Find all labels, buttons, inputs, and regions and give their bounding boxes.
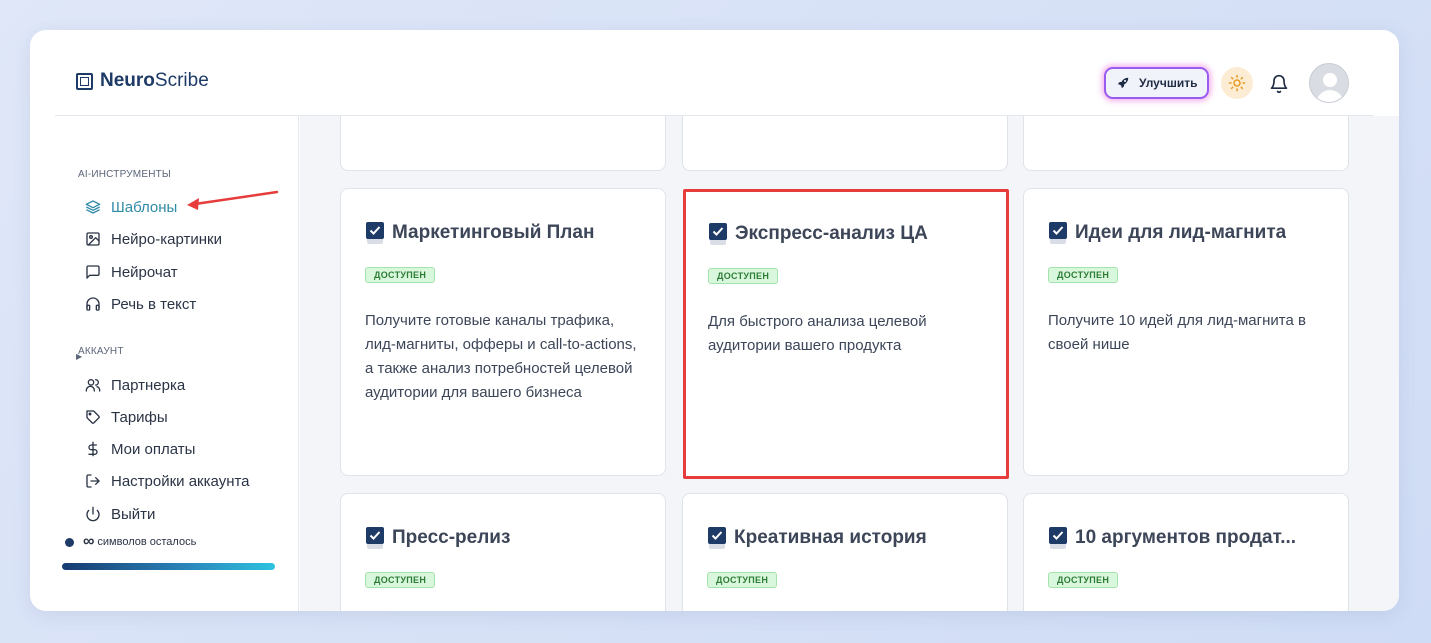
app-window: NeuroScribe Улучшить AI-ИНСТРУМЕНТЫ Шабл… [30, 30, 1399, 611]
chars-remaining-label: символов осталось [97, 536, 197, 548]
infinity-symbol: ∞ [83, 533, 95, 550]
section-title-tools: AI-ИНСТРУМЕНТЫ [78, 169, 171, 180]
checklist-icon [1049, 222, 1067, 244]
sidebar-item-templates[interactable]: Шаблоны [85, 196, 177, 218]
rocket-icon [1117, 77, 1129, 89]
logo[interactable]: NeuroScribe [76, 70, 209, 92]
section-title-account: АККАУНТ [78, 346, 124, 357]
template-card-partial[interactable] [682, 116, 1008, 171]
avatar[interactable] [1309, 63, 1349, 103]
sidebar-item-payments[interactable]: Мои оплаты [85, 438, 195, 460]
template-card-creative-story[interactable]: Креативная история ДОСТУПЕН [682, 493, 1008, 611]
sidebar-item-neuro-images[interactable]: Нейро-картинки [85, 228, 222, 250]
red-arrow-annotation [187, 190, 279, 210]
templates-grid: Маркетинговый План ДОСТУПЕН Получите гот… [300, 116, 1399, 611]
chars-remaining: ∞ символов осталось [65, 533, 196, 551]
sidebar-item-label: Речь в текст [111, 295, 197, 313]
dollar-icon [88, 441, 98, 457]
upgrade-button[interactable]: Улучшить [1104, 67, 1210, 99]
sidebar: AI-ИНСТРУМЕНТЫ Шаблоны Нейро-картинки Не… [55, 116, 299, 611]
status-badge: ДОСТУПЕН [707, 572, 778, 588]
sidebar-item-tariffs[interactable]: Тарифы [85, 406, 168, 428]
card-title: Идеи для лид-магнита [1048, 221, 1286, 245]
template-card-press-release[interactable]: Пресс-релиз ДОСТУПЕН [340, 493, 666, 611]
sidebar-item-partners[interactable]: Партнерка [85, 374, 185, 396]
chat-icon [86, 265, 100, 279]
template-card-sales-arguments[interactable]: 10 аргументов продат... ДОСТУПЕН [1023, 493, 1349, 611]
sidebar-item-account-settings[interactable]: Настройки аккаунта [85, 470, 250, 492]
card-description: Получите 10 идей для лид-магнита в своей… [1048, 312, 1306, 353]
checklist-icon [366, 222, 384, 244]
sidebar-item-label: Нейро-картинки [111, 230, 222, 248]
power-icon [86, 506, 100, 522]
logo-icon [76, 72, 93, 90]
status-badge: ДОСТУПЕН [365, 572, 436, 588]
card-title: Маркетинговый План [365, 221, 594, 245]
sidebar-item-label: Настройки аккаунта [111, 472, 250, 490]
users-icon [85, 379, 101, 392]
template-card-marketing-plan[interactable]: Маркетинговый План ДОСТУПЕН Получите гот… [340, 188, 666, 476]
card-title: Пресс-релиз [365, 526, 510, 550]
status-badge: ДОСТУПЕН [365, 267, 436, 283]
expand-caret-icon[interactable]: ▶ [76, 352, 82, 361]
sidebar-item-logout[interactable]: Выйти [85, 503, 155, 525]
template-card-partial[interactable] [1023, 116, 1349, 171]
card-title: 10 аргументов продат... [1048, 526, 1296, 550]
checklist-icon [708, 527, 726, 549]
checklist-icon [709, 223, 727, 245]
status-badge: ДОСТУПЕН [708, 268, 779, 284]
sun-icon [1228, 74, 1246, 92]
card-title: Экспресс-анализ ЦА [708, 222, 928, 246]
sidebar-item-label: Нейрочат [111, 263, 178, 281]
sidebar-item-speech-to-text[interactable]: Речь в текст [85, 293, 196, 315]
sidebar-item-label: Тарифы [111, 408, 168, 426]
sidebar-item-neurochat[interactable]: Нейрочат [85, 261, 178, 283]
logout-arrow-icon [86, 474, 100, 488]
checklist-icon [1049, 527, 1067, 549]
layers-icon [85, 200, 101, 214]
status-dot [65, 537, 74, 547]
template-card-partial[interactable] [340, 116, 666, 171]
sidebar-item-label: Мои оплаты [111, 440, 196, 458]
template-card-lead-magnet-ideas[interactable]: Идеи для лид-магнита ДОСТУПЕН Получите 1… [1023, 188, 1349, 476]
headphones-icon [86, 297, 100, 311]
chars-progress-fill [62, 563, 275, 570]
top-header: NeuroScribe Улучшить [30, 30, 1399, 116]
image-icon [86, 232, 100, 246]
theme-toggle[interactable] [1221, 67, 1253, 99]
card-title: Креативная история [707, 526, 927, 550]
sidebar-item-label: Шаблоны [111, 198, 178, 216]
sidebar-item-label: Партнерка [111, 376, 186, 394]
upgrade-label: Улучшить [1139, 76, 1198, 90]
user-avatar-icon [1310, 64, 1348, 102]
status-badge: ДОСТУПЕН [1048, 267, 1119, 283]
sidebar-item-label: Выйти [111, 505, 156, 523]
chars-progress-bar [62, 563, 275, 570]
logo-bold: Neuro [100, 70, 155, 91]
logo-regular: Scribe [154, 70, 209, 91]
notifications-button[interactable] [1268, 72, 1290, 96]
card-description: Для быстрого анализа целевой аудитории в… [708, 313, 927, 354]
template-card-express-ta-analysis[interactable]: Экспресс-анализ ЦА ДОСТУПЕН Для быстрого… [683, 189, 1009, 479]
status-badge: ДОСТУПЕН [1048, 572, 1119, 588]
bell-icon [1270, 74, 1288, 94]
card-description: Получите готовые каналы трафика, лид-маг… [365, 312, 637, 401]
checklist-icon [366, 527, 384, 549]
tag-icon [86, 410, 100, 424]
